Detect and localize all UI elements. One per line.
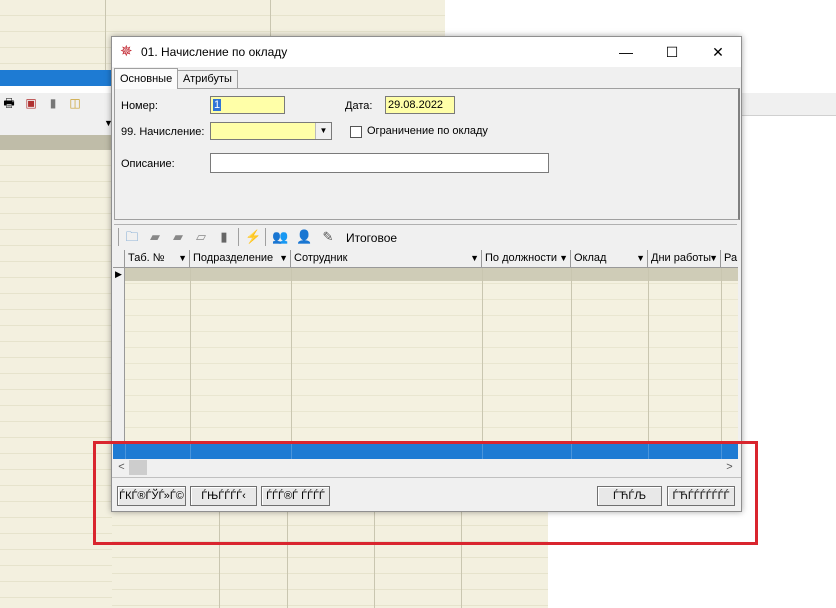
description-label: Описание: [121, 158, 175, 170]
background-current-row [0, 135, 112, 150]
grid-selected-row[interactable] [113, 443, 738, 459]
column-work-days[interactable]: Дни работы ▼ [648, 250, 721, 267]
paperclip-icon[interactable]: ▮ [46, 96, 60, 110]
background-grid-line [219, 510, 220, 608]
grid-column-line [648, 268, 649, 459]
add-user-icon[interactable]: 👤 [296, 229, 312, 245]
main-tab-panel: Номер: 1 Дата: 29.08.2022 99. Начисление… [114, 88, 740, 220]
background-grid-bottom [112, 510, 548, 608]
title-bar[interactable]: ✵ 01. Начисление по окладу — ☐ ✕ [112, 37, 741, 67]
background-grid-line [287, 510, 288, 608]
background-column-header [0, 115, 112, 135]
maximize-button[interactable]: ☐ [649, 37, 695, 67]
column-tab-number[interactable]: Таб. № ▼ [125, 250, 190, 267]
column-department[interactable]: Подразделение ▼ [190, 250, 291, 267]
action-button-3[interactable]: ЃЃЃ®Ѓ ЃЃЃЃ [261, 486, 330, 506]
column-truncated[interactable]: Ра [721, 250, 738, 267]
accrual-dialog: ✵ 01. Начисление по окладу — ☐ ✕ Основны… [111, 36, 742, 512]
grid-column-line [291, 443, 292, 459]
document-icon[interactable]: ▮ [216, 229, 232, 245]
tab-main[interactable]: Основные [114, 68, 179, 89]
grid-column-line [571, 268, 572, 459]
grid-column-line [482, 268, 483, 459]
report-icon[interactable]: ▣ [24, 96, 38, 110]
scroll-left-icon[interactable]: < [113, 459, 130, 476]
grid-column-line [190, 268, 191, 459]
current-row[interactable] [125, 268, 738, 281]
grid-corner [113, 250, 125, 267]
limit-checkbox[interactable] [350, 126, 362, 138]
background-grid-line [374, 510, 375, 608]
employees-grid[interactable]: Таб. № ▼ Подразделение ▼ Сотрудник ▼ По дол… [113, 250, 738, 459]
total-button[interactable]: Итоговое [346, 231, 397, 245]
printer-icon[interactable]: 🖶 [2, 96, 16, 110]
tab-attributes[interactable]: Атрибуты [177, 70, 238, 88]
chevron-down-icon[interactable]: ▼ [636, 250, 645, 267]
folder-open-icon[interactable]: ▰ [147, 229, 163, 245]
lightning-icon[interactable]: ⚡ [245, 229, 261, 245]
app-star-icon: ✵ [120, 43, 133, 60]
grid-column-line [190, 443, 191, 459]
number-field[interactable]: 1 [210, 96, 285, 114]
grid-column-line [721, 443, 722, 459]
date-label: Дата: [345, 100, 373, 112]
scroll-right-icon[interactable]: > [721, 459, 738, 476]
chevron-down-icon[interactable]: ▼ [279, 250, 288, 267]
background-grid-line [461, 510, 462, 608]
grid-column-line [648, 443, 649, 459]
background-toolbar: 🖶 ▣ ▮ ◫ [0, 93, 112, 115]
background-right-bar [740, 93, 836, 116]
magic-wand-icon[interactable]: ✎ [320, 229, 336, 245]
accrual-select[interactable]: ▼ [210, 122, 332, 140]
description-input[interactable] [210, 153, 549, 173]
grid-column-line [721, 268, 722, 459]
scroll-thumb[interactable] [129, 460, 147, 475]
column-by-position[interactable]: По должности ▼ [482, 250, 571, 267]
dialog-title: 01. Начисление по окладу [141, 45, 288, 59]
book-icon[interactable]: ◫ [68, 96, 82, 110]
chevron-down-icon[interactable]: ▼ [709, 250, 718, 267]
number-value: 1 [213, 99, 222, 111]
grid-column-line [571, 443, 572, 459]
folders-icon[interactable]: ▱ [193, 229, 209, 245]
background-selected-row [0, 70, 112, 86]
background-grid-line [105, 0, 106, 70]
number-label: Номер: [121, 100, 158, 112]
grid-body[interactable] [125, 268, 738, 459]
minimize-button[interactable]: — [603, 37, 649, 67]
limit-label: Ограничение по окладу [367, 125, 488, 137]
grid-toolbar: 🗀 ▰ ▰ ▱ ▮ ⚡ 👥 👤 ✎ Итоговое [114, 224, 737, 250]
date-field[interactable]: 29.08.2022 [385, 96, 455, 114]
background-grid-left [0, 150, 112, 608]
toolbar-separator [238, 228, 239, 246]
dialog-button-bar: ЃКЃ®ЃЎЃ­»Ѓ© ЃЊЃЃЃ­Ѓ‹ ЃЃЃ®Ѓ ЃЃЃЃ ЃЋЃЉ ЃЋЃ… [112, 477, 741, 512]
chevron-down-icon[interactable]: ▼ [315, 123, 331, 139]
users-icon[interactable]: 👥 [272, 229, 288, 245]
chevron-down-icon[interactable]: ▼ [559, 250, 568, 267]
folder-closed-icon[interactable]: ▰ [170, 229, 186, 245]
grid-column-line [482, 443, 483, 459]
close-button[interactable]: ✕ [695, 37, 741, 67]
chevron-down-icon[interactable]: ▼ [178, 250, 187, 267]
accrual-label: 99. Начисление: [121, 126, 205, 138]
ok-button[interactable]: ЃЋЃЉ [597, 486, 662, 506]
grid-column-line [125, 443, 126, 459]
column-employee[interactable]: Сотрудник ▼ [291, 250, 482, 267]
chevron-down-icon[interactable]: ▼ [470, 250, 479, 267]
action-button-1[interactable]: ЃКЃ®ЃЎЃ­»Ѓ© [117, 486, 186, 506]
row-indicator-column: ▶ [113, 268, 125, 459]
grid-header: Таб. № ▼ Подразделение ▼ Сотрудник ▼ По дол… [113, 250, 738, 268]
cancel-button[interactable]: ЃЋЃЃЃ­Ѓ­ЃЃЃ [667, 486, 735, 506]
horizontal-scrollbar[interactable]: < > [113, 459, 738, 476]
action-button-2[interactable]: ЃЊЃЃЃ­Ѓ‹ [190, 486, 257, 506]
grid-column-line [291, 268, 292, 459]
current-row-arrow-icon: ▶ [115, 269, 122, 279]
toolbar-separator [118, 228, 119, 246]
toolbar-separator [265, 228, 266, 246]
column-salary[interactable]: Оклад ▼ [571, 250, 648, 267]
folder-icon[interactable]: 🗀 [124, 229, 140, 245]
